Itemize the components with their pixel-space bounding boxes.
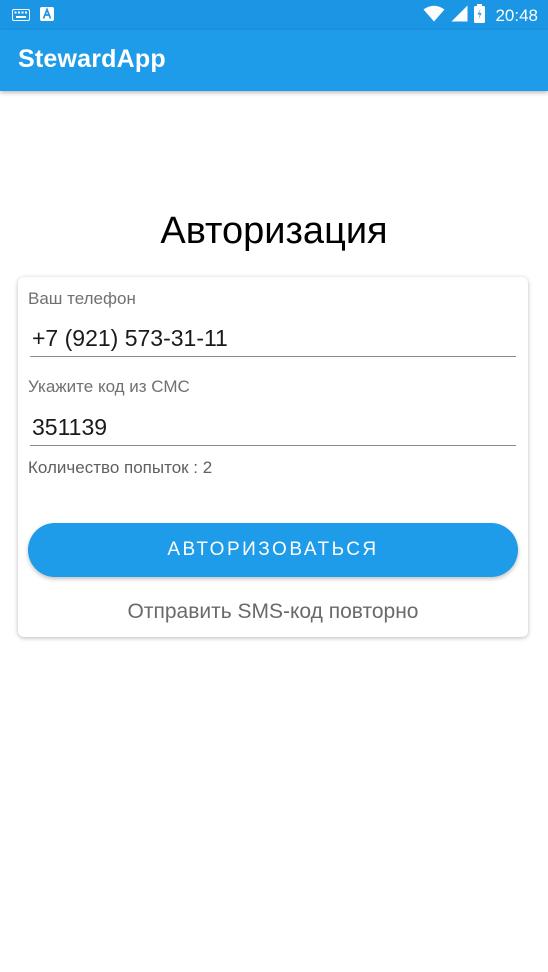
signal-icon [451, 5, 468, 27]
status-system: 20:48 [423, 4, 538, 28]
sms-code-label: Укажите код из СМС [28, 377, 190, 396]
login-card: Ваш телефон Укажите код из СМС Количеств… [18, 277, 528, 637]
status-bar: 20:48 [0, 0, 548, 30]
attempts-count: Количество попыток : 2 [28, 458, 213, 477]
app-bar: StewardApp [0, 30, 548, 91]
sms-code-underline [30, 445, 516, 446]
phone-underline [30, 356, 516, 357]
resend-sms-link[interactable]: Отправить SMS-код повторно [18, 600, 528, 624]
keyboard-icon [12, 8, 30, 26]
a-notification-icon [40, 7, 54, 26]
app-title: StewardApp [18, 45, 166, 73]
authorize-button[interactable]: АВТОРИЗОВАТЬСЯ [28, 523, 518, 577]
wifi-icon [423, 5, 445, 27]
page-title: Авторизация [160, 210, 388, 252]
phone-label: Ваш телефон [28, 289, 136, 308]
phone-input[interactable] [30, 320, 516, 356]
status-notifications [12, 7, 54, 26]
sms-code-input[interactable] [30, 409, 516, 445]
status-time: 20:48 [495, 6, 538, 25]
battery-icon [474, 4, 486, 28]
